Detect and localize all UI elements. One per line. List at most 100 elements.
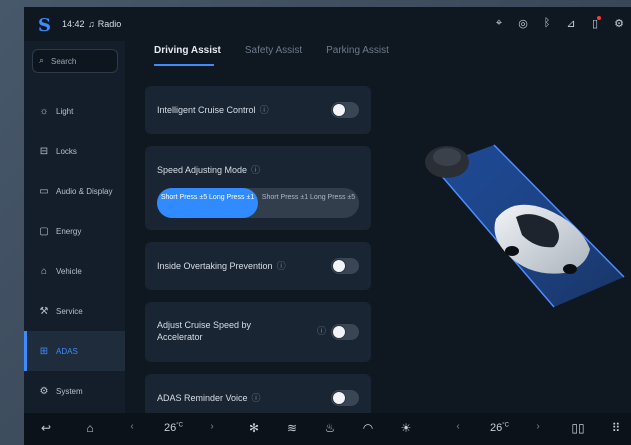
sidebar-item-audio-display[interactable]: ▭ Audio & Display (24, 171, 125, 211)
status-icons: ⌖ ◎ ᛒ ⊿ ▯ ⚙ (487, 16, 631, 30)
sidebar-item-label: Audio & Display (56, 186, 113, 196)
sidebar-item-locks[interactable]: ⊟ Locks (24, 131, 125, 171)
sidebar-item-adas[interactable]: ⊞ ADAS (24, 331, 125, 371)
airflow-icon[interactable]: ≋ (282, 421, 302, 435)
sidebar-item-label: System (56, 386, 83, 396)
temp-right-up-icon[interactable]: › (528, 421, 548, 432)
toggle-knob (333, 326, 345, 338)
accelerator-cruise-card: Adjust Cruise Speed by Accelerator ⓘ (145, 302, 371, 362)
info-icon[interactable]: ⓘ (317, 324, 326, 337)
wrench-icon: ⚒ (39, 305, 49, 317)
speed-mode-option-other[interactable]: Short Press ±1 Long Press ±5 (258, 188, 359, 218)
status-bar: S 14:42 ♫ Radio ⌖ ◎ ᛒ ⊿ ▯ ⚙ (24, 7, 631, 41)
temp-right-number: 26 (490, 422, 503, 434)
info-icon[interactable]: ⓘ (260, 105, 269, 115)
sidebar-item-label: ADAS (56, 346, 78, 356)
overtaking-card: Inside Overtaking Prevention ⓘ (145, 242, 371, 290)
temp-right-unit: °C (502, 422, 509, 429)
sidebar-item-label: Energy (56, 226, 82, 236)
notification-icon[interactable]: ▯ (583, 16, 607, 30)
cruise-control-label: Intelligent Cruise Control ⓘ (157, 104, 269, 116)
temp-left-number: 26 (164, 422, 177, 434)
speed-mode-selector: Short Press ±5 Long Press ±1 Short Press… (157, 188, 359, 218)
sidebar-item-label: Service (56, 306, 83, 316)
tab-driving-assist[interactable]: Driving Assist (154, 45, 221, 66)
speed-mode-text: Speed Adjusting Mode (157, 165, 248, 175)
temp-left-unit: °C (176, 422, 183, 429)
toggle-knob (333, 104, 345, 116)
location-icon[interactable]: ⌖ (487, 17, 511, 30)
sidebar-item-vehicle[interactable]: ⌂ Vehicle (24, 251, 125, 291)
bluetooth-icon[interactable]: ᛒ (535, 17, 559, 30)
accelerator-cruise-toggle[interactable] (331, 324, 359, 340)
overtaking-label: Inside Overtaking Prevention ⓘ (157, 260, 286, 272)
split-view-icon[interactable]: ▯▯ (568, 421, 588, 435)
home-icon[interactable]: ⌂ (80, 421, 100, 435)
fan-icon[interactable]: ✻ (244, 421, 264, 435)
lead-car (425, 146, 469, 178)
toggle-knob (333, 260, 345, 272)
info-icon[interactable]: ⓘ (251, 165, 260, 175)
overtaking-toggle[interactable] (331, 258, 359, 274)
accelerator-cruise-line1: Adjust Cruise Speed by (157, 320, 252, 330)
info-icon[interactable]: ⓘ (252, 393, 261, 403)
sidebar-item-label: Light (56, 106, 74, 116)
search-placeholder: Search (51, 57, 77, 66)
radio-label: Radio (97, 19, 122, 29)
seat-heat-icon[interactable]: ♨ (320, 421, 340, 435)
radio-indicator[interactable]: ♫ Radio (88, 19, 121, 29)
sidebar-item-system[interactable]: ⚙ System (24, 371, 125, 411)
car-icon: ⌂ (40, 265, 48, 277)
sidebar-item-light[interactable]: ☼ Light (24, 91, 125, 131)
temp-left-down-icon[interactable]: ‹ (122, 421, 142, 432)
sidebar-item-label: Vehicle (56, 266, 82, 276)
speed-mode-option-selected[interactable]: Short Press ±5 Long Press ±1 (157, 188, 258, 218)
display-icon: ▭ (39, 185, 49, 197)
tab-parking-assist[interactable]: Parking Assist (326, 45, 389, 66)
device-frame: S 14:42 ♫ Radio ⌖ ◎ ᛒ ⊿ ▯ ⚙ ⌕ Search ☼ Li… (0, 0, 631, 445)
temp-right-value: 26°C (490, 422, 509, 434)
speed-mode-label: Speed Adjusting Mode ⓘ (157, 164, 260, 176)
ego-car (494, 204, 590, 274)
accelerator-cruise-line2: Accelerator (157, 332, 203, 342)
music-note-icon: ♫ (88, 19, 95, 29)
bottom-control-bar: ↩ ⌂ ‹ 26°C › ✻ ≋ ♨ ◠ ☀ ‹ 26°C › ▯▯ ⠿ (24, 413, 631, 445)
steering-icon[interactable]: ◎ (511, 17, 535, 30)
overtaking-text: Inside Overtaking Prevention (157, 261, 273, 271)
gear-icon: ⚙ (39, 385, 49, 397)
reminder-voice-toggle[interactable] (331, 390, 359, 406)
cruise-control-card: Intelligent Cruise Control ⓘ (145, 86, 371, 134)
toggle-knob (333, 392, 345, 404)
info-icon[interactable]: ⓘ (277, 261, 286, 271)
cruise-control-text: Intelligent Cruise Control (157, 105, 256, 115)
app-grid-icon[interactable]: ⠿ (606, 421, 626, 435)
sidebar-item-energy[interactable]: ▢ Energy (24, 211, 125, 251)
temp-left-value: 26°C (164, 422, 183, 434)
adas-icon: ⊞ (39, 345, 49, 357)
defrost-icon[interactable]: ◠ (358, 421, 378, 435)
search-icon: ⌕ (39, 55, 45, 65)
sun-icon[interactable]: ☀ (396, 421, 416, 435)
reminder-voice-text: ADAS Reminder Voice (157, 393, 248, 403)
speed-mode-card: Speed Adjusting Mode ⓘ Short Press ±5 Lon… (145, 146, 371, 230)
sidebar-item-label: Locks (56, 146, 77, 156)
temp-right-down-icon[interactable]: ‹ (448, 421, 468, 432)
temp-left-up-icon[interactable]: › (202, 421, 222, 432)
sidebar-item-service[interactable]: ⚒ Service (24, 291, 125, 331)
brand-logo: S (38, 15, 51, 36)
lock-icon: ⊟ (39, 145, 49, 157)
assist-tabs: Driving Assist Safety Assist Parking Ass… (154, 45, 389, 66)
signal-icon: ⊿ (566, 18, 576, 30)
accelerator-cruise-label: Adjust Cruise Speed by Accelerator (157, 319, 251, 343)
battery-icon: ▢ (39, 225, 49, 237)
settings-icon[interactable]: ⚙ (607, 17, 631, 30)
search-input[interactable]: ⌕ Search (32, 49, 118, 73)
back-icon[interactable]: ↩ (36, 421, 56, 435)
head-unit-screen: S 14:42 ♫ Radio ⌖ ◎ ᛒ ⊿ ▯ ⚙ ⌕ Search ☼ Li… (24, 7, 631, 445)
tab-safety-assist[interactable]: Safety Assist (245, 45, 302, 66)
adas-illustration (425, 144, 625, 308)
bulb-icon: ☼ (39, 105, 49, 117)
cruise-control-toggle[interactable] (331, 102, 359, 118)
clock: 14:42 (62, 19, 85, 29)
settings-sidebar: ⌕ Search ☼ Light ⊟ Locks ▭ Audio & Displ… (24, 41, 125, 413)
